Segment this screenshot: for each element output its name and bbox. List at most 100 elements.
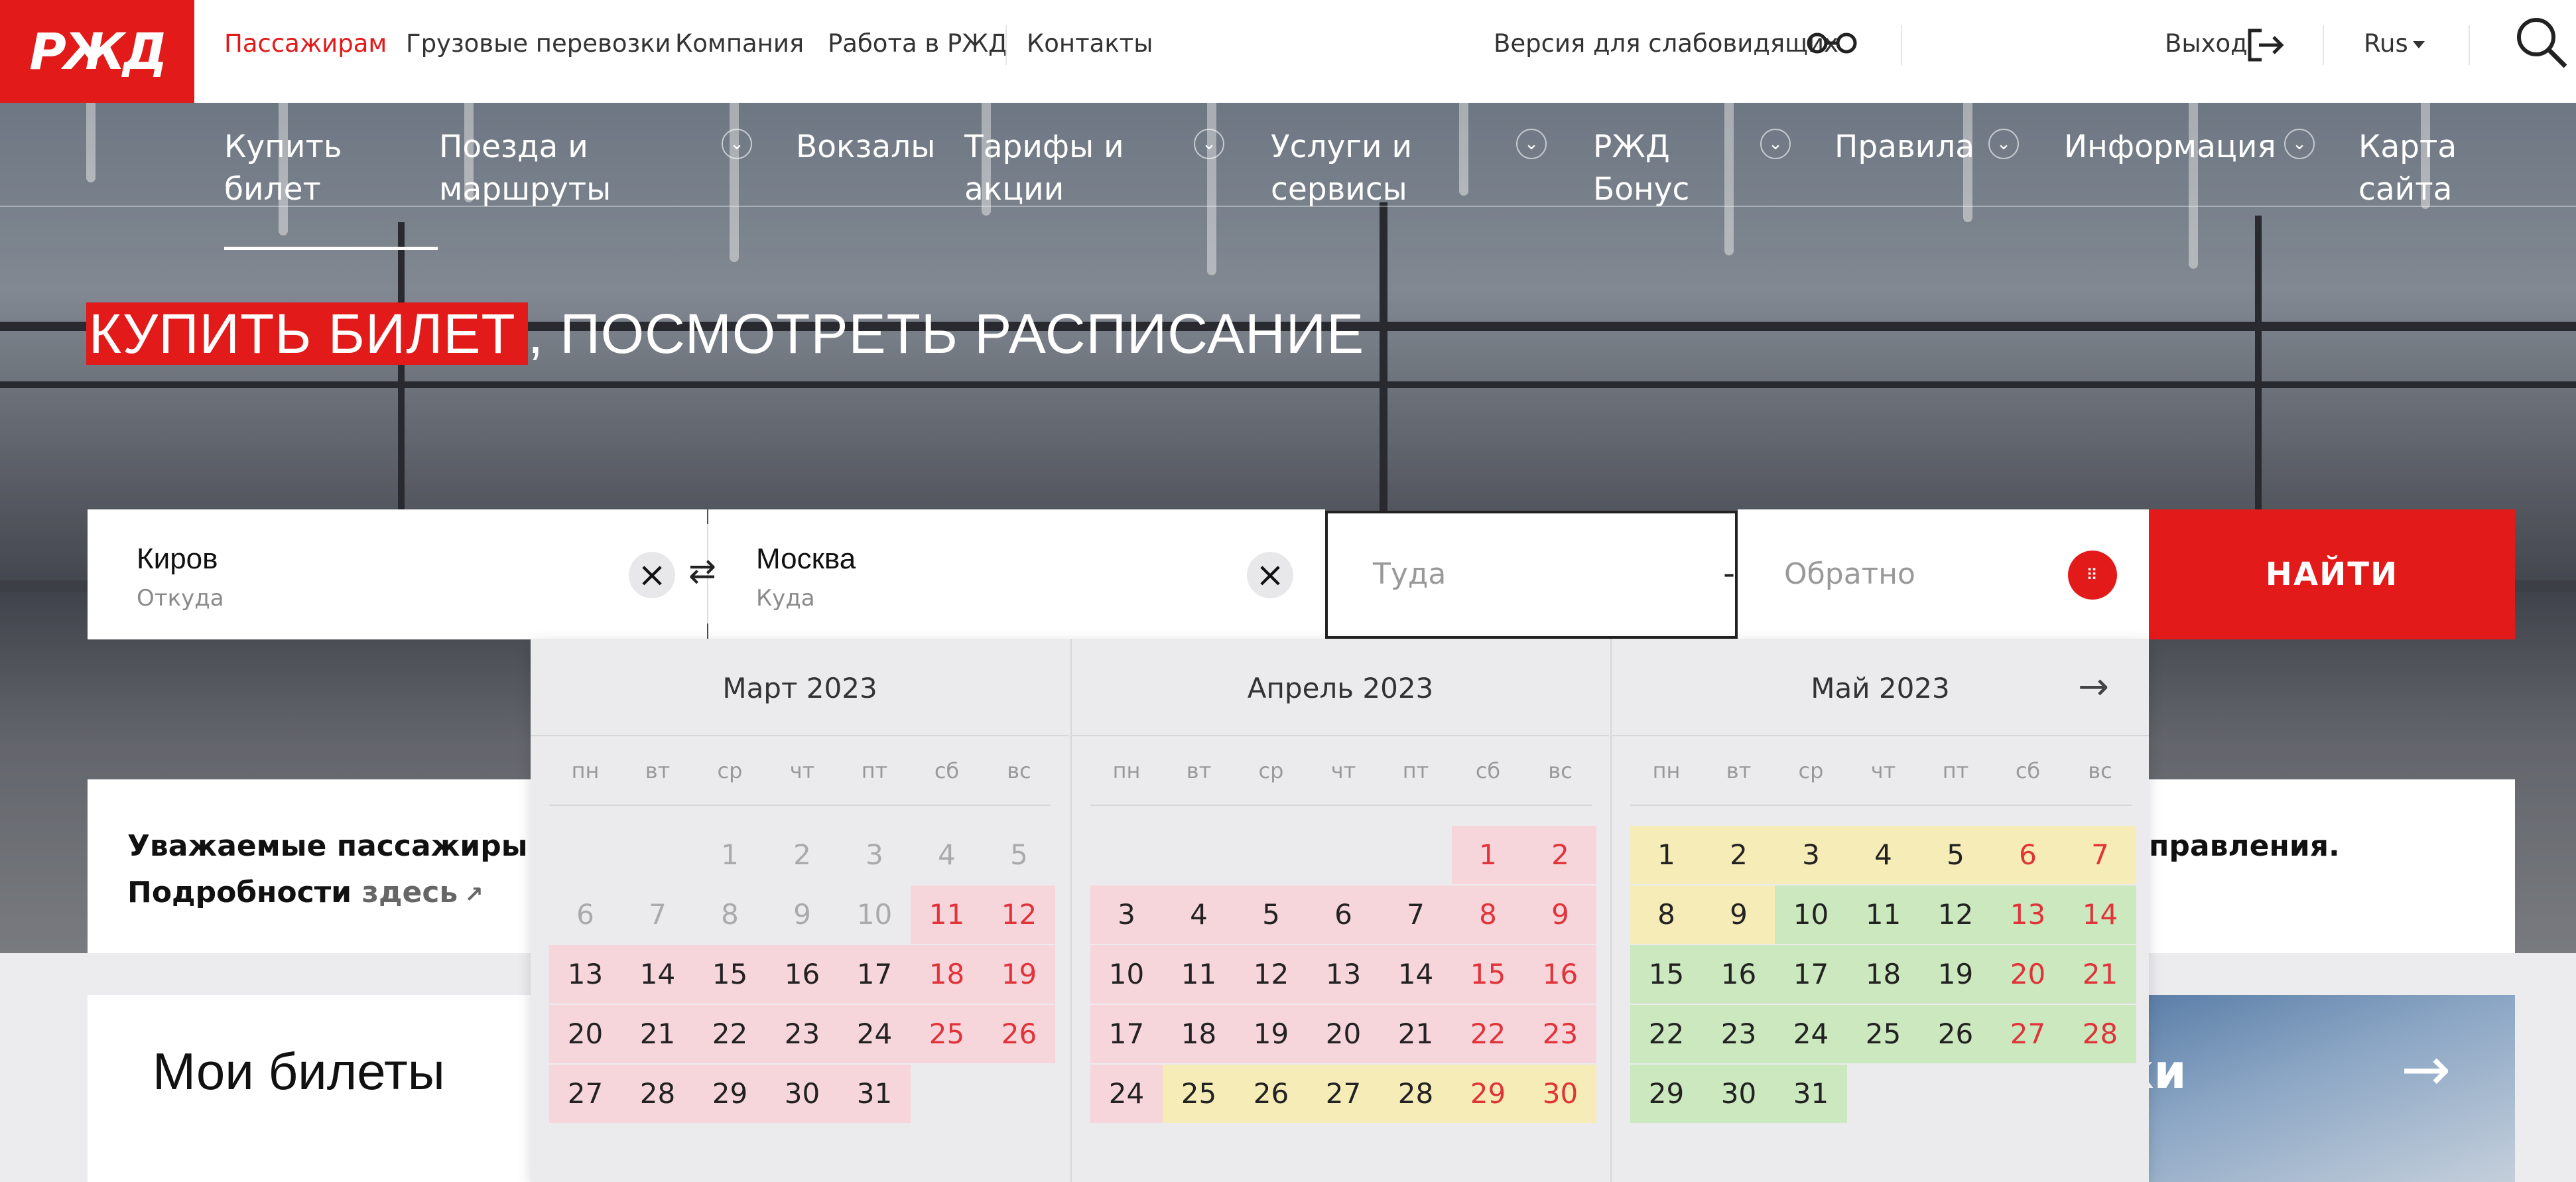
calendar-day[interactable]: 20 [549, 1005, 621, 1063]
calendar-day[interactable]: 14 [2064, 886, 2136, 944]
rzd-logo[interactable]: РЖД [0, 0, 194, 103]
calendar-day[interactable]: 22 [1452, 1005, 1524, 1063]
logout-link[interactable]: Выход [2165, 29, 2248, 58]
calendar-day[interactable]: 1 [1630, 826, 1703, 884]
calendar-day[interactable]: 7 [2064, 826, 2136, 884]
notice-link[interactable]: здесь [361, 876, 458, 909]
calendar-day[interactable]: 19 [983, 945, 1055, 1004]
calendar-day[interactable]: 26 [1235, 1065, 1307, 1123]
calendar-icon[interactable]: ⠿ [2068, 551, 2117, 600]
calendar-day[interactable]: 15 [694, 945, 766, 1004]
calendar-day[interactable]: 14 [621, 945, 694, 1004]
calendar-day[interactable]: 24 [838, 1005, 911, 1063]
calendar-day[interactable]: 5 [1235, 886, 1307, 944]
calendar-day[interactable]: 23 [766, 1005, 838, 1063]
calendar-day[interactable]: 29 [1452, 1065, 1524, 1123]
promo-card[interactable] [2149, 995, 2515, 1182]
calendar-day[interactable]: 21 [1380, 1005, 1452, 1063]
calendar-day[interactable]: 21 [621, 1005, 694, 1063]
calendar-day[interactable]: 8 [1452, 886, 1524, 944]
calendar-day[interactable]: 13 [1307, 945, 1380, 1004]
calendar-day[interactable]: 16 [1524, 945, 1596, 1004]
calendar-day[interactable]: 5 [1919, 826, 1992, 884]
calendar-day[interactable]: 1 [1452, 826, 1524, 884]
calendar-day[interactable]: 19 [1235, 1005, 1307, 1063]
mainnav-rules[interactable]: Правила [1835, 126, 1974, 168]
calendar-day[interactable]: 19 [1919, 945, 1992, 1004]
calendar-day[interactable]: 26 [1919, 1005, 1992, 1063]
calendar-day[interactable]: 6 [1307, 886, 1380, 944]
mainnav-tariffs[interactable]: Тарифы и акции [964, 126, 1124, 211]
calendar-day[interactable]: 13 [549, 945, 621, 1004]
calendar-day[interactable]: 25 [1163, 1065, 1235, 1123]
calendar-day[interactable]: 24 [1775, 1005, 1847, 1063]
calendar-day[interactable]: 21 [2064, 945, 2136, 1004]
calendar-day[interactable]: 2 [1703, 826, 1775, 884]
calendar-day[interactable]: 12 [1235, 945, 1307, 1004]
mainnav-stations[interactable]: Вокзалы [796, 126, 935, 168]
calendar-day[interactable]: 17 [1090, 1005, 1163, 1063]
calendar-day[interactable]: 22 [694, 1005, 766, 1063]
chevron-down-icon[interactable]: ⌄ [1516, 129, 1547, 159]
calendar-day[interactable]: 3 [1775, 826, 1847, 884]
calendar-day[interactable]: 30 [1703, 1065, 1775, 1123]
calendar-day[interactable]: 20 [1992, 945, 2064, 1004]
calendar-day[interactable]: 10 [1090, 945, 1163, 1004]
mainnav-trains[interactable]: Поезда и маршруты [439, 126, 611, 211]
chevron-down-icon[interactable]: ⌄ [2284, 129, 2315, 159]
calendar-day[interactable]: 3 [1090, 886, 1163, 944]
topnav-contacts[interactable]: Контакты [1027, 29, 1153, 58]
calendar-day[interactable]: 23 [1524, 1005, 1596, 1063]
mainnav-info[interactable]: Информация [2064, 126, 2276, 168]
calendar-day[interactable]: 27 [1307, 1065, 1380, 1123]
calendar-day[interactable]: 28 [1380, 1065, 1452, 1123]
swap-icon[interactable]: ⇄ [688, 552, 716, 590]
calendar-day[interactable]: 16 [1703, 945, 1775, 1004]
topnav-freight[interactable]: Грузовые перевозки [406, 29, 671, 58]
calendar-day[interactable]: 13 [1992, 886, 2064, 944]
calendar-day[interactable]: 7 [1380, 886, 1452, 944]
mainnav-services[interactable]: Услуги и сервисы [1271, 126, 1412, 211]
calendar-day[interactable]: 11 [1847, 886, 1919, 944]
search-icon[interactable] [2514, 15, 2569, 73]
calendar-day[interactable]: 22 [1630, 1005, 1703, 1063]
calendar-day[interactable]: 28 [2064, 1005, 2136, 1063]
mainnav-sitemap[interactable]: Карта сайта [2358, 126, 2457, 211]
calendar-day[interactable]: 18 [911, 945, 983, 1004]
calendar-day[interactable]: 30 [766, 1065, 838, 1123]
topnav-passengers[interactable]: Пассажирам [224, 29, 387, 58]
calendar-day[interactable]: 17 [838, 945, 911, 1004]
calendar-day[interactable]: 23 [1703, 1005, 1775, 1063]
logout-icon[interactable] [2246, 27, 2286, 66]
calendar-day[interactable]: 24 [1090, 1065, 1163, 1123]
clear-from-button[interactable]: × [629, 552, 675, 598]
calendar-day[interactable]: 18 [1847, 945, 1919, 1004]
calendar-day[interactable]: 16 [766, 945, 838, 1004]
calendar-day[interactable]: 27 [549, 1065, 621, 1123]
topnav-jobs[interactable]: Работа в РЖД [828, 29, 1007, 58]
calendar-day[interactable]: 29 [1630, 1065, 1703, 1123]
calendar-day[interactable]: 11 [911, 886, 983, 944]
clear-to-button[interactable]: × [1247, 552, 1293, 598]
mainnav-buy-ticket[interactable]: Купить билет [224, 126, 342, 211]
chevron-down-icon[interactable]: ⌄ [1194, 129, 1224, 159]
calendar-day[interactable]: 4 [1163, 886, 1235, 944]
calendar-day[interactable]: 26 [983, 1005, 1055, 1063]
accessibility-link[interactable]: Версия для слабовидящих [1494, 29, 1838, 58]
language-select[interactable]: Rus [2364, 29, 2408, 58]
calendar-day[interactable]: 15 [1452, 945, 1524, 1004]
calendar-day[interactable]: 28 [621, 1065, 694, 1123]
calendar-day[interactable]: 11 [1163, 945, 1235, 1004]
calendar-day[interactable]: 30 [1524, 1065, 1596, 1123]
calendar-day[interactable]: 9 [1703, 886, 1775, 944]
calendar-day[interactable]: 29 [694, 1065, 766, 1123]
calendar-day[interactable]: 14 [1380, 945, 1452, 1004]
calendar-day[interactable]: 9 [1524, 886, 1596, 944]
chevron-down-icon[interactable]: ⌄ [1760, 129, 1791, 159]
chevron-down-icon[interactable]: ⌄ [1988, 129, 2019, 159]
calendar-day[interactable]: 12 [1919, 886, 1992, 944]
calendar-day[interactable]: 25 [911, 1005, 983, 1063]
calendar-day[interactable]: 31 [838, 1065, 911, 1123]
calendar-day[interactable]: 2 [1524, 826, 1596, 884]
calendar-day[interactable]: 17 [1775, 945, 1847, 1004]
